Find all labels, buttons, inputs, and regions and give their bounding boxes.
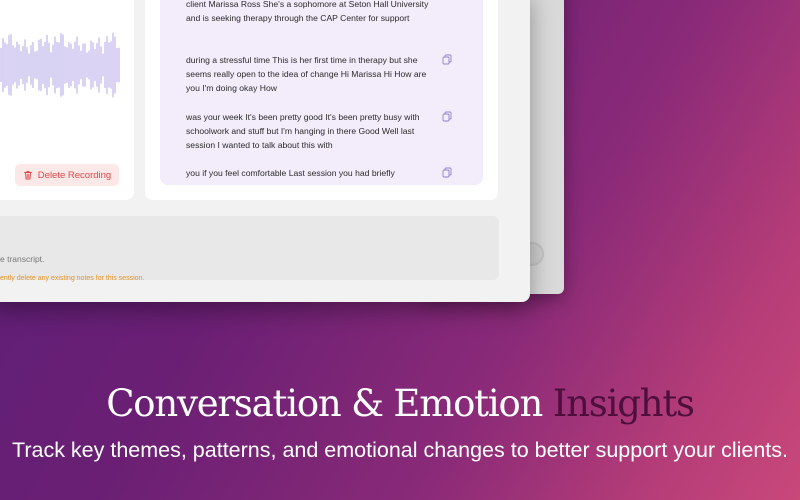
transcript-card: client Marissa Ross She's a sophomore at… [145, 0, 498, 200]
marketing-headline: Conversation & Emotion Insights [0, 382, 800, 425]
audio-waveform [0, 32, 120, 98]
delete-recording-label: Delete Recording [37, 169, 112, 181]
headline-main: Conversation & Emotion [106, 382, 543, 425]
transcript-segment: was your week It's been pretty good It's… [186, 112, 420, 150]
headline-accent: Insights [552, 382, 695, 425]
trash-icon [23, 171, 32, 180]
notes-panel: e transcript. ently delete any existing … [0, 216, 499, 282]
notes-warning-text: ently delete any existing notes for this… [0, 275, 145, 282]
transcript-list: client Marissa Ross She's a sophomore at… [160, 0, 483, 185]
copy-icon[interactable] [442, 111, 452, 122]
transcript-segment: client Marissa Ross She's a sophomore at… [186, 0, 429, 23]
transcript-segment: you if you feel comfortable Last session… [186, 168, 395, 178]
recording-panel: Delete Recording [0, 0, 134, 200]
marketing-subheadline: Track key themes, patterns, and emotiona… [12, 438, 788, 462]
transcript-segment: during a stressful time This is her firs… [186, 55, 427, 93]
app-window: Delete Recording client Marissa Ross She… [0, 0, 530, 302]
notes-info-text: e transcript. [0, 254, 45, 264]
copy-icon[interactable] [442, 54, 452, 65]
copy-icon[interactable] [442, 167, 452, 178]
delete-recording-button[interactable]: Delete Recording [15, 164, 119, 186]
